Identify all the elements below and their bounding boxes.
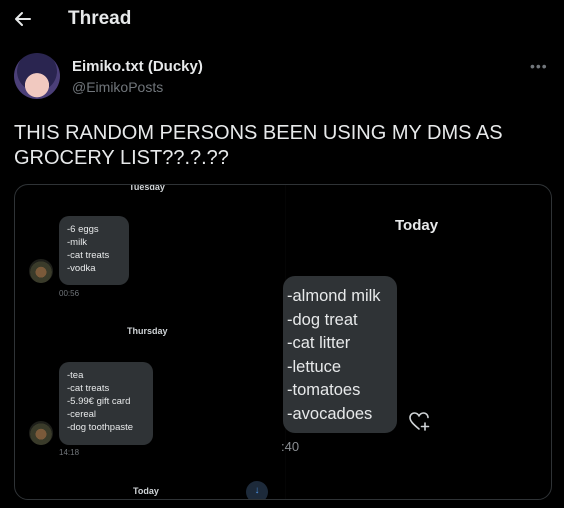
heart-plus-icon: [407, 409, 431, 433]
message-time: :40: [281, 439, 300, 454]
message-line: -dog treat: [287, 310, 358, 329]
message-line: -cat treats: [67, 383, 110, 394]
message-bubble: -almond milk -dog treat -cat litter -let…: [283, 276, 397, 433]
day-label-today: Today: [133, 486, 159, 496]
arrow-down-icon: ↓: [246, 481, 268, 499]
message-line: -tea: [67, 370, 84, 381]
author-handle[interactable]: @EimikoPosts: [72, 79, 163, 95]
message-line: -6 eggs: [67, 224, 99, 235]
message-line: -almond milk: [287, 287, 381, 305]
message-line: -vodka: [67, 263, 96, 274]
day-label-today: Today: [395, 217, 439, 234]
avatar[interactable]: [14, 53, 60, 99]
message-line: -lettuce: [287, 357, 342, 376]
message-line: -avocadoes: [287, 404, 373, 423]
sender-avatar: [29, 259, 53, 283]
sender-avatar: [29, 421, 53, 445]
day-label-thursday: Thursday: [127, 326, 168, 336]
message-time: 14:18: [59, 448, 80, 457]
back-arrow-icon[interactable]: [12, 8, 34, 30]
tweet-media-image[interactable]: Tuesday -6 eggs -milk -cat treats -vodka…: [14, 184, 552, 500]
day-label-tuesday: Tuesday: [129, 184, 165, 192]
message-bubble: -6 eggs -milk -cat treats -vodka: [59, 216, 129, 285]
more-options-icon[interactable]: •••: [530, 58, 548, 74]
tweet-text: THIS RANDOM PERSONS BEEN USING MY DMS AS…: [14, 122, 503, 169]
message-line: -dog toothpaste: [67, 422, 134, 433]
message-line: -5.99€ gift card: [67, 396, 131, 407]
message-line: -cat treats: [67, 250, 110, 261]
message-time: 00:56: [59, 289, 80, 298]
author-name[interactable]: Eimiko.txt (Ducky): [72, 58, 203, 75]
message-line: -cereal: [67, 409, 97, 420]
message-line: -tomatoes: [287, 381, 361, 399]
page-title: Thread: [68, 8, 132, 29]
message-line: -milk: [67, 237, 88, 248]
message-bubble: -tea -cat treats -5.99€ gift card -cerea…: [59, 362, 153, 445]
message-line: -cat litter: [287, 334, 351, 352]
